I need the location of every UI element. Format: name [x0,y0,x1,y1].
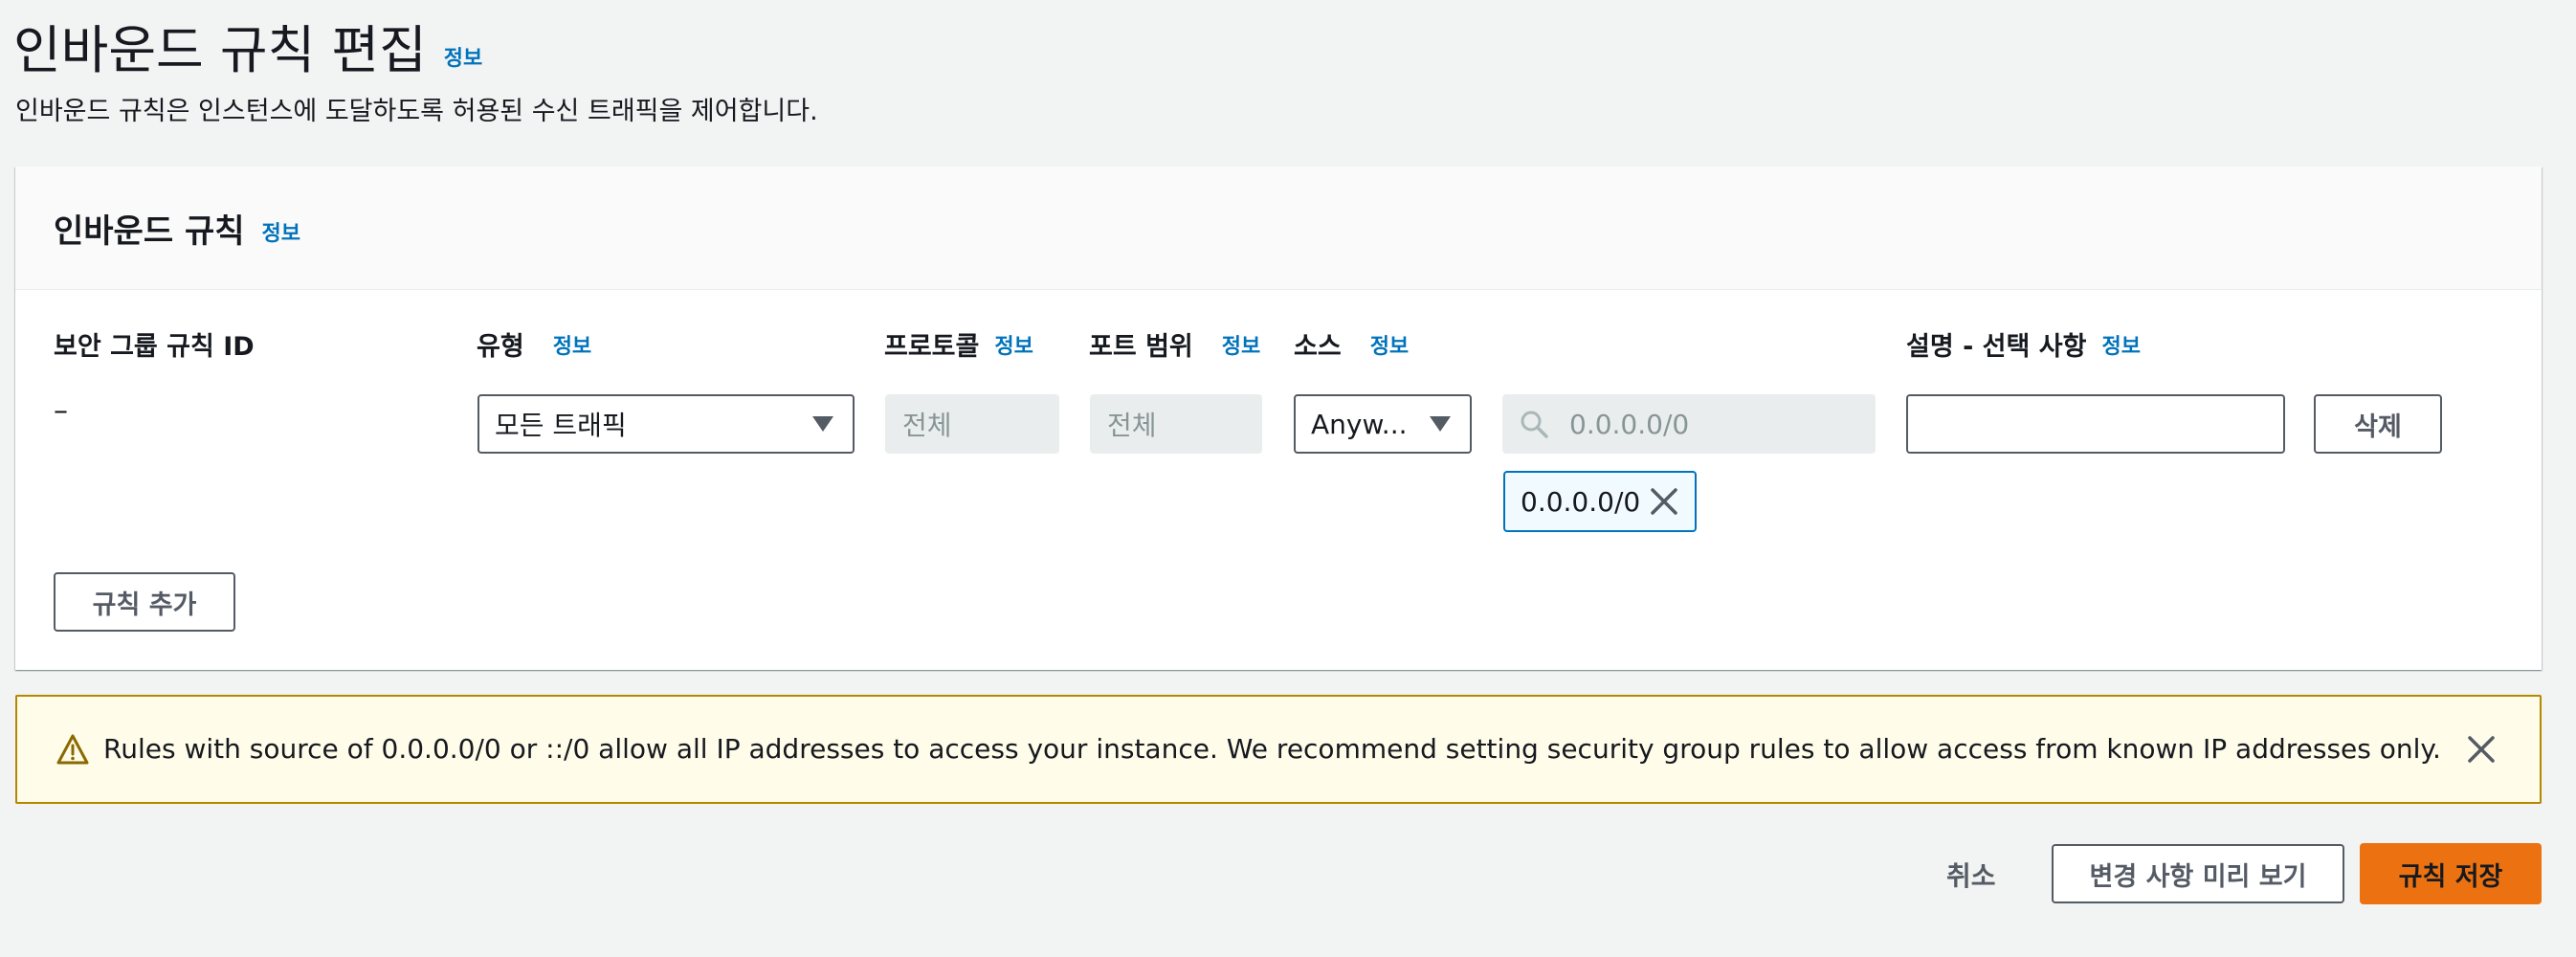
column-header-protocol: 프로토콜 정보 [884,325,1033,363]
warning-alert-message: Rules with source of 0.0.0.0/0 or ::/0 a… [103,733,2441,765]
panel-title: 인바운드 규칙 정보 [54,205,300,252]
description-input[interactable] [1906,394,2285,454]
panel-title-text: 인바운드 규칙 [54,212,245,251]
column-header-description-label: 설명 - 선택 사항 [1906,332,2087,362]
page-description: 인바운드 규칙은 인스턴스에 도달하도록 허용된 수신 트래픽을 제어합니다. [15,97,818,126]
type-select-value: 모든 트래픽 [495,410,627,441]
protocol-field-value: 전체 [902,410,952,441]
panel-info-link[interactable]: 정보 [262,216,300,247]
close-icon[interactable] [1649,486,1679,517]
page-title: 인바운드 규칙 편집 정보 [13,8,482,83]
description-info-link[interactable]: 정보 [2101,329,2140,360]
caret-down-icon [812,416,833,432]
source-token: 0.0.0.0/0 [1503,471,1697,532]
close-icon[interactable] [2465,733,2498,766]
column-header-port-range: 포트 범위 정보 [1089,325,1260,363]
panel-header: 인바운드 규칙 정보 [15,167,2542,290]
type-info-link[interactable]: 정보 [553,329,591,360]
column-header-rule-id: 보안 그룹 규칙 ID [54,325,255,363]
port-range-field-value: 전체 [1107,410,1157,441]
rule-id-value: – [54,394,68,428]
column-header-protocol-label: 프로토콜 [884,332,980,362]
source-search-placeholder: 0.0.0.0/0 [1569,408,1690,440]
column-header-rule-id-label: 보안 그룹 규칙 ID [54,332,255,362]
page-info-link[interactable]: 정보 [444,41,482,72]
preview-changes-button[interactable]: 변경 사항 미리 보기 [2052,844,2344,903]
delete-rule-button[interactable]: 삭제 [2314,394,2442,454]
protocol-info-link[interactable]: 정보 [994,329,1033,360]
save-rules-button[interactable]: 규칙 저장 [2360,843,2542,904]
column-header-description: 설명 - 선택 사항 정보 [1906,325,2141,363]
column-header-source-label: 소스 [1294,332,1342,362]
page-title-text: 인바운드 규칙 편집 [13,20,427,80]
column-header-source: 소스 정보 [1294,325,1409,363]
source-select[interactable]: Anyw... [1294,394,1472,454]
warning-alert: Rules with source of 0.0.0.0/0 or ::/0 a… [15,695,2542,804]
add-rule-button-label: 규칙 추가 [92,590,197,620]
column-header-type: 유형 정보 [477,325,591,363]
source-search-input[interactable]: 0.0.0.0/0 [1502,394,1876,454]
warning-icon [56,734,89,765]
search-icon [1521,411,1548,438]
caret-down-icon [1430,416,1451,432]
type-select[interactable]: 모든 트래픽 [477,394,855,454]
preview-changes-button-label: 변경 사항 미리 보기 [2089,861,2307,892]
source-info-link[interactable]: 정보 [1370,329,1409,360]
protocol-field: 전체 [885,394,1059,454]
column-header-port-range-label: 포트 범위 [1089,332,1193,362]
source-token-label: 0.0.0.0/0 [1521,485,1641,518]
port-range-field: 전체 [1090,394,1262,454]
save-rules-button-label: 규칙 저장 [2398,861,2503,892]
port-range-info-link[interactable]: 정보 [1222,329,1260,360]
source-select-value: Anyw... [1311,408,1408,440]
cancel-button[interactable]: 취소 [1946,856,1996,894]
add-rule-button[interactable]: 규칙 추가 [54,572,235,632]
column-header-type-label: 유형 [477,332,524,362]
delete-rule-button-label: 삭제 [2354,412,2402,442]
